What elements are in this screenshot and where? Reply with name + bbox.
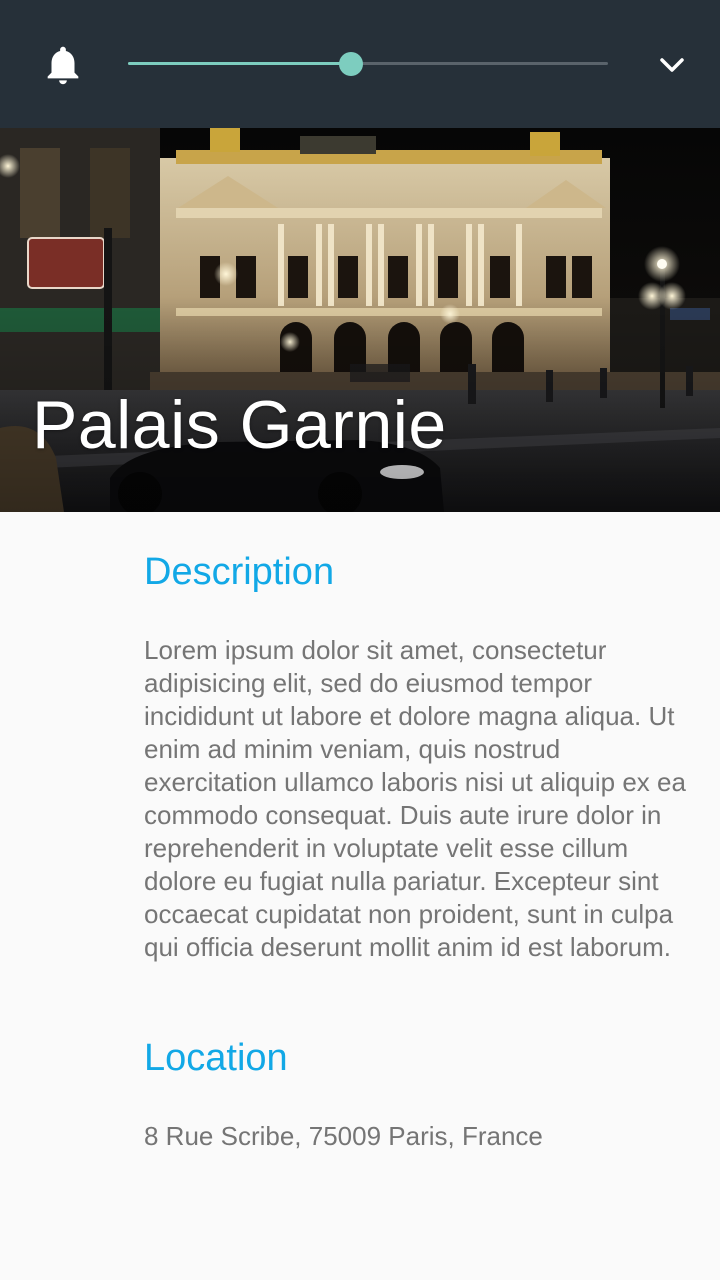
description-text: Lorem ipsum dolor sit amet, consectetur … (144, 635, 686, 962)
slider-thumb[interactable] (339, 52, 364, 76)
location-heading: Location (144, 1037, 288, 1079)
location-address: 8 Rue Scribe, 75009 Paris, France (144, 1121, 543, 1151)
brightness-slider[interactable] (128, 50, 608, 78)
hero-image: Palais Garnie (0, 128, 720, 512)
place-title: Palais Garnie (32, 387, 447, 463)
slider-fill (128, 62, 352, 65)
app-bar (0, 0, 720, 128)
description-heading: Description (144, 551, 335, 593)
chevron-down-icon[interactable] (654, 50, 690, 80)
bell-icon[interactable] (40, 42, 86, 88)
